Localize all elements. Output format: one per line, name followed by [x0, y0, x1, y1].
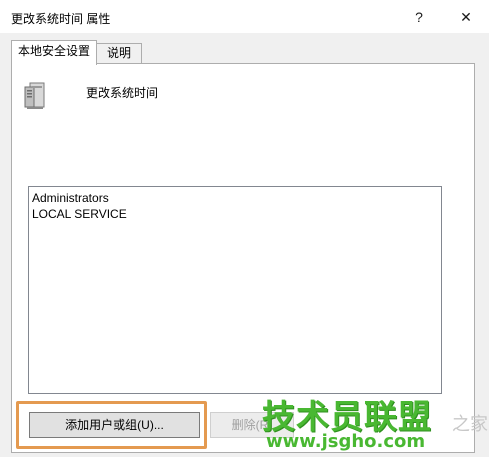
remove-button[interactable]: 删除(R): [210, 412, 294, 438]
help-icon: ?: [415, 9, 423, 25]
close-button[interactable]: ✕: [443, 2, 489, 32]
list-item[interactable]: Administrators: [32, 190, 438, 206]
window-title: 更改系统时间 属性: [11, 12, 111, 26]
tab-local-security-setting[interactable]: 本地安全设置: [11, 40, 97, 65]
properties-dialog: 更改系统时间 属性 ? ✕ 本地安全设置 说明 更改系统时间 Administr…: [0, 0, 489, 457]
list-item[interactable]: LOCAL SERVICE: [32, 206, 438, 222]
close-icon: ✕: [460, 8, 472, 25]
principals-list[interactable]: Administrators LOCAL SERVICE: [28, 186, 442, 394]
server-icon: [24, 82, 45, 109]
title-bar: 更改系统时间 属性 ? ✕: [0, 0, 489, 33]
help-button[interactable]: ?: [396, 2, 442, 32]
policy-name: 更改系统时间: [86, 86, 159, 100]
add-user-or-group-button[interactable]: 添加用户或组(U)...: [29, 412, 200, 438]
tab-explain[interactable]: 说明: [96, 43, 142, 64]
